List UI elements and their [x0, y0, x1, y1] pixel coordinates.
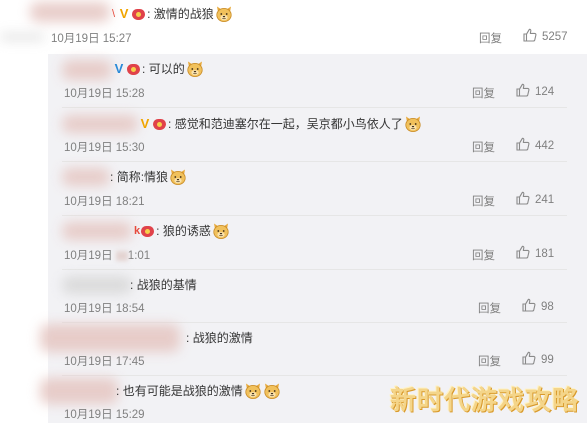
reply-button[interactable]: 回复 [472, 193, 495, 209]
reply-text: : 简称:情狼 [110, 168, 187, 186]
doge-emoji-icon [263, 382, 281, 400]
doge-emoji-icon [169, 168, 187, 186]
fan-badge-icon [132, 8, 146, 20]
comment-date: 10月19日 15:27 [51, 33, 132, 45]
gold-v-icon: V [119, 6, 129, 21]
blue-v-icon: V [114, 61, 124, 76]
reply-text: k : 狼的诱惑 [134, 222, 230, 240]
k-badge-icon: k [134, 225, 141, 237]
comment-text: 可以的 [148, 62, 185, 76]
comment-date: 10月19日 15:29 [64, 409, 145, 421]
doge-emoji-icon [186, 60, 204, 78]
like-button[interactable]: 98 [522, 298, 554, 315]
reply-text: : 也有可能是战狼的激情 [116, 382, 281, 400]
thumbs-up-icon [516, 83, 530, 100]
comment-date: 10月19日 17:45 [64, 356, 145, 368]
fan-badge-icon [141, 225, 155, 237]
reply-button[interactable]: 回复 [472, 247, 495, 263]
comment-date: 10月19日 15:28 [64, 88, 145, 100]
doge-emoji-icon [215, 5, 233, 23]
reply-text: : 战狼的基情 [130, 278, 197, 292]
username-blurred [40, 324, 180, 352]
username-blurred [62, 222, 132, 240]
reply-button[interactable]: 回复 [472, 85, 495, 101]
like-count: 124 [535, 85, 555, 98]
comment-date: 10月19日 15:30 [64, 142, 145, 154]
comment-date: 10月19日 1:01 [64, 247, 150, 263]
like-count: 442 [535, 139, 555, 152]
like-button[interactable]: 241 [516, 191, 554, 208]
reply-button[interactable]: 回复 [478, 353, 501, 369]
username-blurred [30, 2, 110, 22]
comment-text: 感觉和范迪塞尔在一起，吴京都小鸟依人了 [174, 117, 403, 131]
comment-text: 激情的战狼 [153, 7, 214, 21]
comment-date: 10月19日 18:54 [64, 303, 145, 315]
like-button[interactable]: 442 [516, 137, 554, 154]
doge-emoji-icon [212, 222, 230, 240]
username-blurred [62, 276, 132, 294]
top-comment-text: \ V : 激情的战狼 [112, 5, 233, 23]
fan-badge-icon [153, 118, 166, 130]
like-button[interactable]: 99 [522, 351, 554, 368]
gold-v-icon: V [140, 116, 150, 131]
like-button[interactable]: 181 [516, 245, 554, 262]
watermark-logo: 新时代游戏攻略 [389, 386, 579, 416]
divider [62, 161, 567, 162]
username-blurred [62, 115, 138, 133]
thumbs-up-icon [516, 137, 530, 154]
comment-text: 也有可能是战狼的激情 [122, 384, 243, 398]
reply-text: V : 感觉和范迪塞尔在一起，吴京都小鸟依人了 [138, 115, 422, 133]
comment-text: 简称:情狼 [116, 170, 169, 184]
thumbs-up-icon [523, 28, 537, 45]
reply-text: : 战狼的激情 [186, 331, 253, 345]
divider [62, 322, 567, 323]
thumbs-up-icon [516, 245, 530, 262]
divider [62, 375, 567, 376]
blur-mark [0, 34, 45, 40]
username-blurred [40, 378, 118, 404]
fan-badge-icon [127, 63, 140, 75]
reply-button[interactable]: 回复 [472, 139, 495, 155]
like-count: 98 [541, 300, 554, 313]
username-blurred [62, 168, 110, 186]
blur-mark [115, 250, 128, 261]
like-count: 99 [541, 353, 554, 366]
divider [62, 215, 567, 216]
thumbs-up-icon [522, 351, 536, 368]
username-blurred [62, 60, 112, 80]
like-button[interactable]: 124 [516, 83, 554, 100]
date-prefix: 10月19日 [64, 250, 116, 262]
divider [62, 107, 567, 108]
comment-text: 战狼的基情 [136, 278, 197, 292]
like-count: 5257 [542, 30, 568, 43]
comment-text: 狼的诱惑 [162, 224, 211, 238]
doge-emoji-icon [244, 382, 262, 400]
like-count: 181 [535, 247, 555, 260]
like-button[interactable]: 5257 [523, 28, 568, 45]
thumbs-up-icon [516, 191, 530, 208]
date-fragment: :01 [134, 250, 151, 262]
reply-button[interactable]: 回复 [479, 30, 502, 46]
username-fragment: \ [112, 8, 116, 20]
comment-text: 战狼的激情 [192, 331, 253, 345]
reply-button[interactable]: 回复 [478, 300, 501, 316]
thumbs-up-icon [522, 298, 536, 315]
comment-date: 10月19日 18:21 [64, 196, 145, 208]
reply-text: V : 可以的 [112, 60, 204, 78]
doge-emoji-icon [404, 115, 422, 133]
divider [62, 269, 567, 270]
like-count: 241 [535, 193, 555, 206]
